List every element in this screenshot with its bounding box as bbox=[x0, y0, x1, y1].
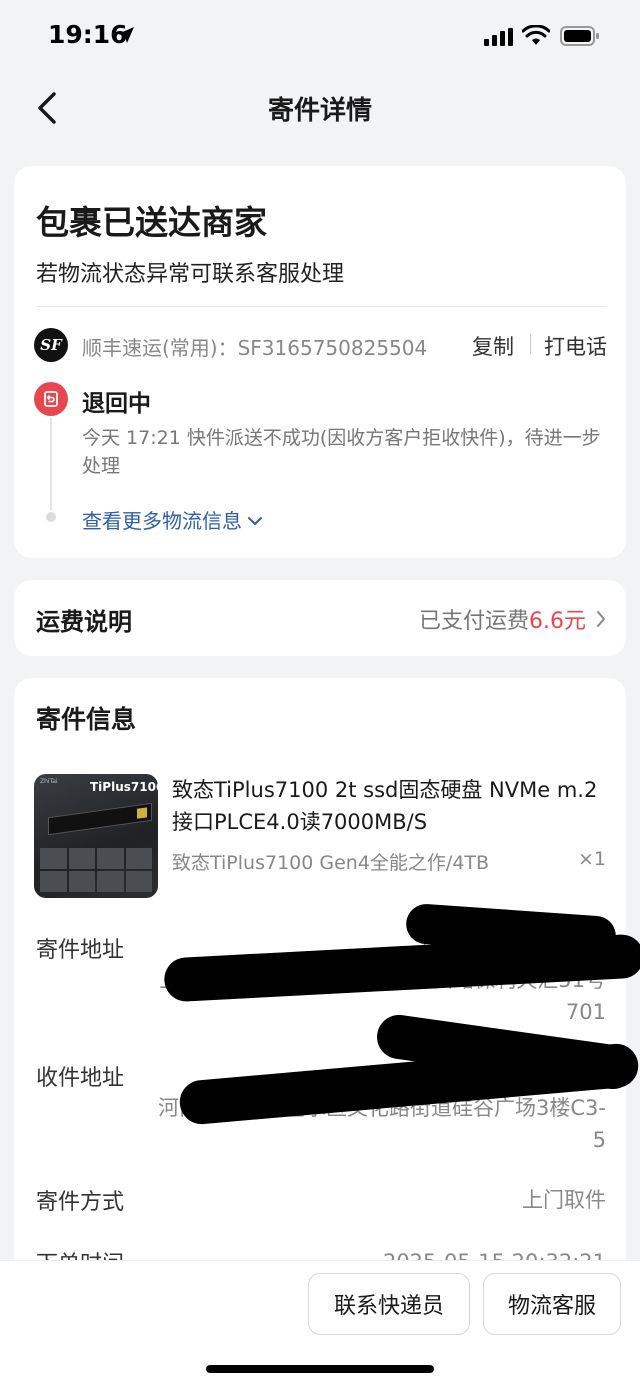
more-logistics-link[interactable]: 查看更多物流信息 bbox=[82, 505, 262, 534]
timeline-line bbox=[50, 418, 52, 510]
divider bbox=[530, 334, 531, 354]
nav-bar: 寄件详情 bbox=[0, 76, 640, 140]
home-indicator[interactable] bbox=[206, 1365, 434, 1373]
fee-amount: 6.6元 bbox=[529, 609, 586, 634]
product-image-tag: ZhiTai bbox=[40, 778, 58, 785]
tracking-card: 包裹已送达商家 若物流状态异常可联系客服处理 SF 顺丰速运(常用)：SF316… bbox=[14, 166, 626, 558]
shipping-method-label: 寄件方式 bbox=[36, 1190, 125, 1215]
sender-address-label: 寄件地址 bbox=[36, 938, 125, 963]
product-image[interactable]: ZhiTai TiPlus7100 bbox=[34, 774, 158, 898]
divider bbox=[36, 306, 606, 307]
ssd-graphic bbox=[48, 802, 152, 836]
feature-grid-graphic bbox=[40, 848, 152, 892]
shipping-method-value: 上门取件 bbox=[522, 1188, 606, 1212]
wifi-icon bbox=[522, 25, 550, 45]
more-logistics-label: 查看更多物流信息 bbox=[82, 509, 242, 533]
copy-button[interactable]: 复制 bbox=[472, 331, 514, 361]
status-bar: 19:16 bbox=[0, 0, 640, 72]
product-spec: 致态TiPlus7100 Gen4全能之作/4TB bbox=[172, 852, 490, 874]
cellular-signal-icon bbox=[484, 28, 513, 46]
product-image-brand: TiPlus7100 bbox=[90, 780, 158, 794]
logistics-service-button[interactable]: 物流客服 bbox=[483, 1273, 621, 1335]
carrier-tracking-number: 顺丰速运(常用)：SF3165750825504 bbox=[82, 336, 428, 360]
timeline-dot bbox=[46, 512, 56, 522]
paid-fee-text: 已支付运费 bbox=[418, 609, 529, 634]
page-title: 寄件详情 bbox=[267, 96, 372, 126]
section-title: 寄件信息 bbox=[36, 705, 137, 734]
chevron-down-icon bbox=[248, 517, 262, 525]
bottom-action-bar: 联系快递员 物流客服 bbox=[0, 1260, 640, 1384]
call-button[interactable]: 打电话 bbox=[544, 331, 607, 361]
shipment-info-card: 寄件信息 ZhiTai TiPlus7100 致态TiPlus7100 2t s… bbox=[14, 678, 640, 1298]
shipping-fee-value: 已支付运费 6.6元 bbox=[419, 603, 606, 635]
package-status-subtitle: 若物流状态异常可联系客服处理 bbox=[36, 262, 345, 287]
return-package-icon bbox=[34, 382, 68, 416]
shipping-fee-row[interactable]: 运费说明 已支付运费 6.6元 bbox=[14, 580, 626, 656]
contact-courier-button[interactable]: 联系快递员 bbox=[308, 1273, 470, 1335]
location-arrow-icon bbox=[118, 27, 134, 43]
shipping-fee-label: 运费说明 bbox=[36, 608, 132, 636]
product-quantity: ×1 bbox=[577, 848, 606, 870]
product-name[interactable]: 致态TiPlus7100 2t ssd固态硬盘 NVMe m.2接口PLCE4.… bbox=[172, 774, 610, 838]
logistics-status: 退回中 bbox=[82, 391, 151, 417]
sf-express-logo-icon: SF bbox=[34, 328, 68, 362]
battery-icon bbox=[560, 26, 599, 46]
chevron-right-icon bbox=[597, 611, 605, 627]
receiver-address-label: 收件地址 bbox=[36, 1066, 125, 1091]
logistics-status-detail: 今天 17:21 快件派送不成功(因收方客户拒收快件)，待进一步处理 bbox=[82, 427, 601, 477]
package-status-title: 包裹已送达商家 bbox=[36, 203, 267, 242]
